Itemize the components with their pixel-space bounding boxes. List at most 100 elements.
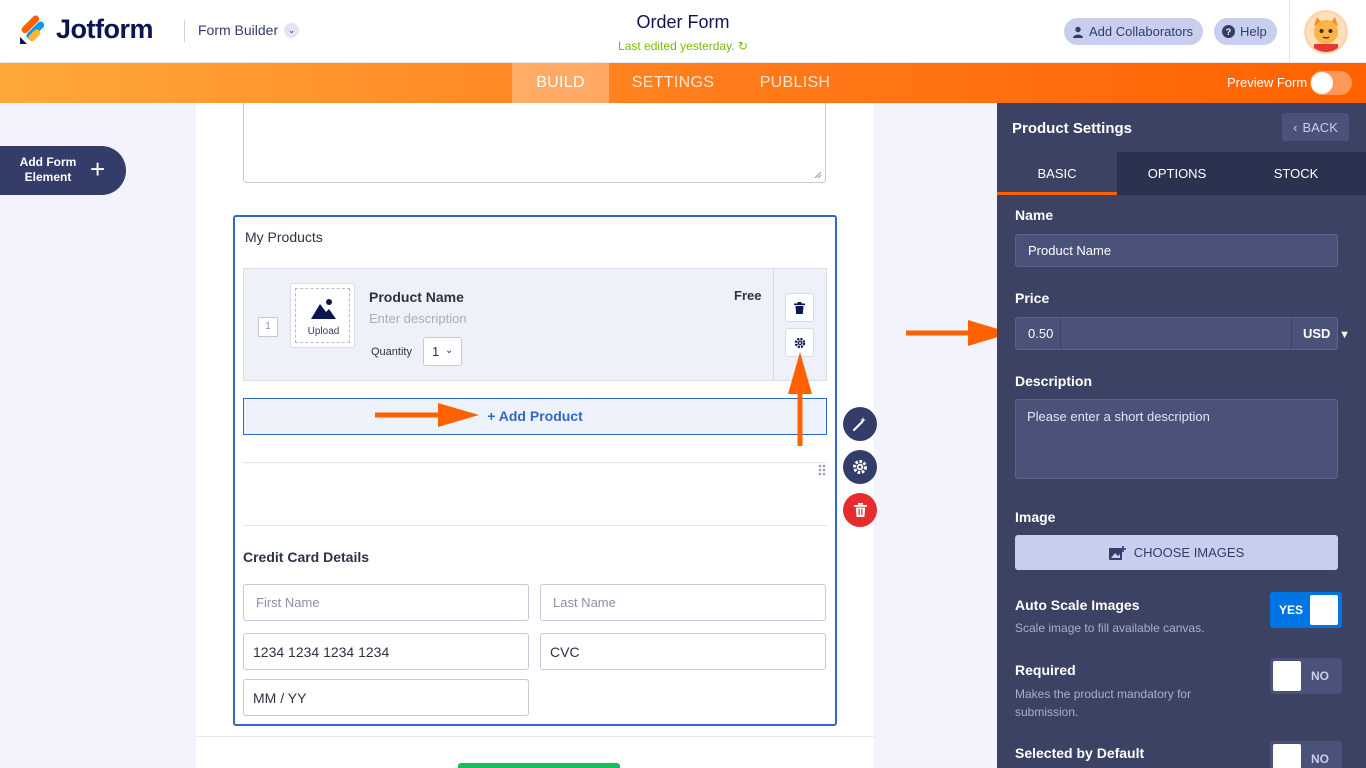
cat-avatar-icon (1306, 12, 1346, 52)
product-image-upload[interactable]: Upload (290, 283, 355, 348)
section-divider (243, 462, 827, 463)
add-collaborators-button[interactable]: Add Collaborators (1064, 18, 1204, 45)
avatar-divider (1289, 0, 1290, 63)
gear-icon (794, 337, 805, 348)
image-icon (311, 299, 336, 319)
user-avatar[interactable] (1304, 10, 1348, 54)
drag-handle-icon[interactable] (818, 464, 826, 480)
price-label: Price (1015, 290, 1050, 306)
help-label: Help (1240, 24, 1267, 39)
magic-wand-button[interactable] (843, 407, 877, 441)
toggle-state-label: NO (1311, 752, 1329, 766)
toggle-state-label: NO (1311, 669, 1329, 683)
currency-value: USD (1303, 326, 1331, 341)
products-field[interactable]: My Products 1 Upload Product Name Enter … (233, 215, 837, 726)
header-divider (184, 20, 185, 42)
annotation-arrow-right-icon (375, 403, 479, 427)
required-label: Required (1015, 662, 1076, 678)
chevron-down-icon: ⌄ (445, 345, 454, 356)
selected-default-toggle[interactable]: NO (1270, 741, 1342, 768)
annotation-arrow-up-icon (788, 352, 812, 446)
form-canvas: My Products 1 Upload Product Name Enter … (196, 103, 874, 768)
form-builder-label: Form Builder (198, 22, 279, 38)
toggle-state-label: YES (1279, 603, 1304, 617)
product-name-input[interactable]: Product Name (1015, 234, 1338, 267)
toggle-knob (1273, 744, 1301, 768)
add-form-element-label: Add Form Element (19, 155, 77, 184)
gear-icon (853, 460, 867, 474)
card-number-field[interactable]: 1234 1234 1234 1234 (243, 633, 529, 670)
back-button[interactable]: ‹ BACK (1282, 113, 1349, 141)
submit-button[interactable] (458, 763, 620, 768)
panel-title: Product Settings (1012, 120, 1133, 137)
toggle-knob (1310, 595, 1338, 625)
product-name[interactable]: Product Name (369, 289, 464, 305)
first-name-field[interactable]: First Name (243, 584, 529, 621)
brand-name: Jotform (56, 14, 154, 44)
quantity-value: 1 (432, 344, 440, 359)
form-title[interactable]: Order Form (583, 12, 783, 33)
tab-basic[interactable]: BASIC (997, 152, 1117, 195)
trash-icon (853, 503, 867, 517)
plus-icon: + (90, 154, 106, 184)
product-item[interactable]: 1 Upload Product Name Enter description … (243, 268, 827, 381)
question-icon: ? (1222, 25, 1235, 38)
quantity-label: Quantity (371, 346, 412, 358)
upload-dropzone: Upload (295, 288, 350, 343)
last-edited-status: Last edited yesterday. ↻ (583, 39, 783, 53)
last-name-field[interactable]: Last Name (540, 584, 826, 621)
delete-field-button[interactable] (843, 493, 877, 527)
canvas-divider (196, 736, 874, 737)
choose-images-label: CHOOSE IMAGES (1133, 545, 1245, 560)
add-product-button[interactable]: + Add Product (243, 398, 827, 435)
panel-tabs: BASIC OPTIONS STOCK (997, 152, 1366, 195)
upload-label: Upload (307, 326, 340, 337)
product-description[interactable]: Enter description (369, 311, 467, 326)
caret-down-icon: ▼ (1339, 329, 1350, 341)
tab-options[interactable]: OPTIONS (1117, 152, 1237, 195)
auto-scale-label: Auto Scale Images (1015, 597, 1140, 613)
section-divider (243, 525, 827, 526)
products-field-label: My Products (245, 229, 323, 245)
quantity-select[interactable]: 1 ⌄ (423, 337, 462, 366)
required-toggle[interactable]: NO (1270, 658, 1342, 694)
credit-card-title: Credit Card Details (243, 549, 370, 565)
cvc-field[interactable]: CVC (540, 633, 826, 670)
currency-select[interactable]: USD ▼ (1291, 318, 1356, 349)
image-label: Image (1015, 509, 1056, 525)
product-number: 1 (258, 317, 278, 337)
trash-icon (794, 301, 805, 314)
field-properties-button[interactable] (843, 450, 877, 484)
refresh-icon: ↻ (737, 39, 748, 53)
user-icon (1073, 26, 1083, 38)
preview-form-label: Preview Form (1227, 75, 1308, 90)
delete-product-button[interactable] (785, 293, 814, 322)
tab-stock[interactable]: STOCK (1236, 152, 1356, 195)
required-description: Makes the product mandatory for submissi… (1015, 687, 1192, 719)
auto-scale-description: Scale image to fill available canvas. (1015, 621, 1205, 635)
description-textarea[interactable]: Please enter a short description (1015, 399, 1338, 479)
description-label: Description (1015, 373, 1093, 389)
panel-header: Product Settings ‹ BACK (997, 103, 1366, 152)
jotform-logo[interactable]: Jotform (18, 14, 154, 45)
previous-textarea-field[interactable] (243, 103, 826, 183)
add-form-element-button[interactable]: Add Form Element + (0, 146, 126, 195)
product-price: Free (734, 288, 762, 303)
price-divider (1060, 318, 1061, 349)
add-image-icon (1108, 545, 1126, 560)
choose-images-button[interactable]: CHOOSE IMAGES (1015, 535, 1338, 570)
tab-settings[interactable]: SETTINGS (621, 63, 725, 103)
price-input[interactable]: 0.50 (1028, 326, 1053, 341)
expiry-field[interactable]: MM / YY (243, 679, 529, 716)
form-builder-dropdown[interactable]: Form Builder ⌄ (198, 22, 300, 38)
back-label: BACK (1302, 119, 1338, 135)
add-collaborators-label: Add Collaborators (1089, 24, 1194, 39)
preview-form-toggle[interactable] (1310, 71, 1352, 95)
tab-publish[interactable]: PUBLISH (748, 63, 842, 103)
last-edited-text: Last edited yesterday. (618, 39, 735, 53)
toggle-knob (1273, 661, 1301, 691)
tab-build[interactable]: BUILD (512, 63, 609, 103)
svg-text:?: ? (1226, 27, 1232, 37)
help-button[interactable]: ? Help (1214, 18, 1277, 45)
auto-scale-toggle[interactable]: YES (1270, 592, 1342, 628)
